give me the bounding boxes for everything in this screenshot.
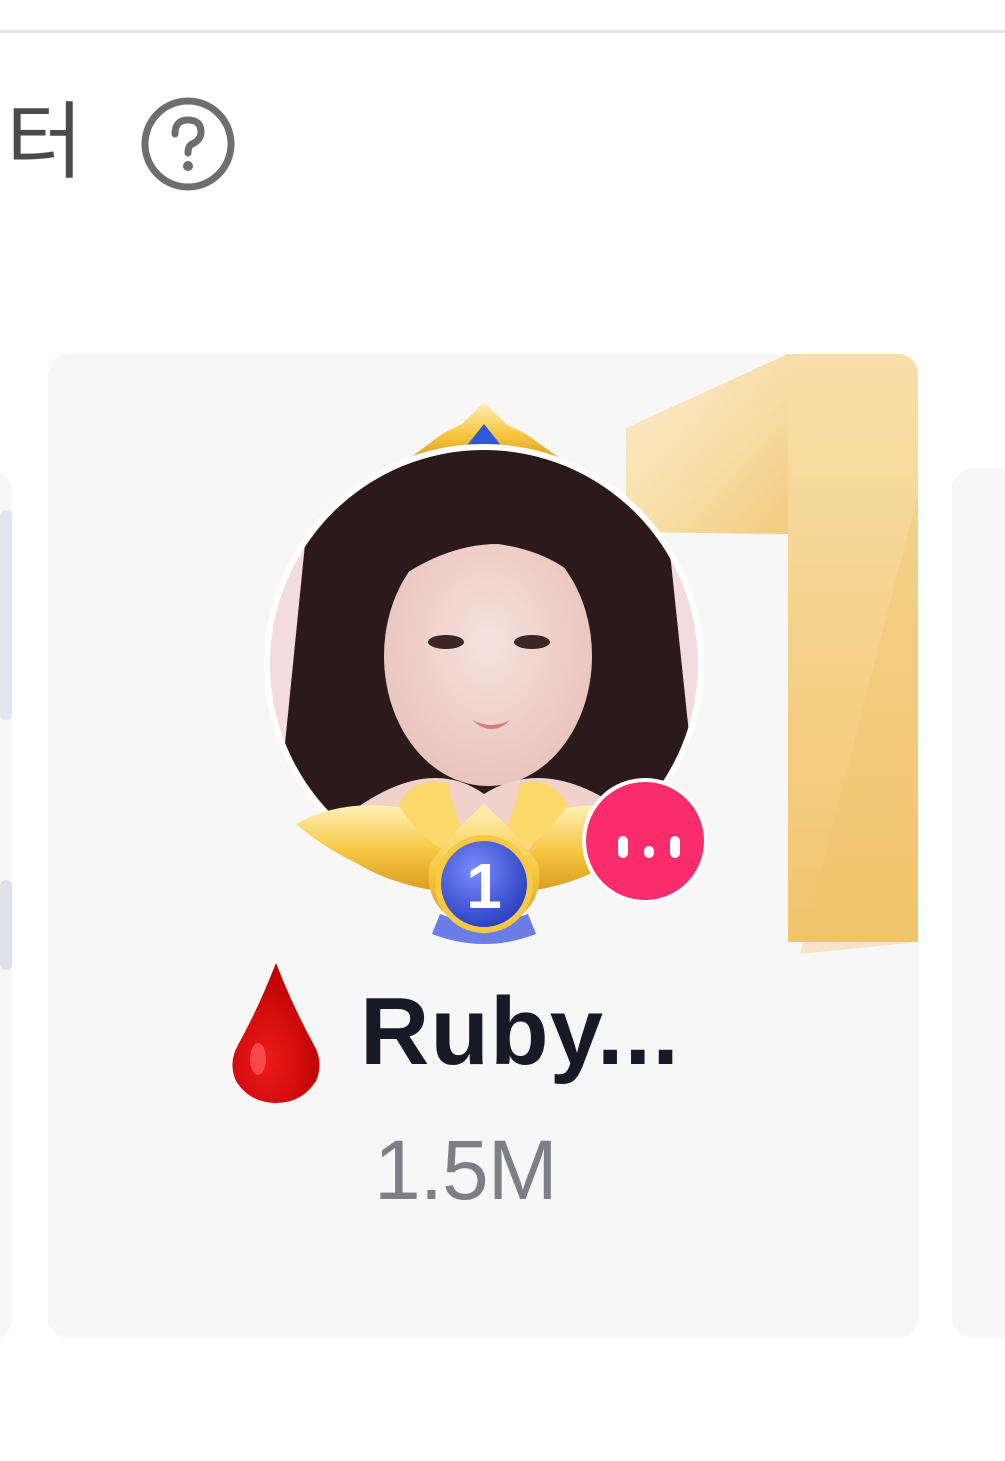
user-score: 1.5M <box>374 1123 558 1217</box>
live-bar-1 <box>618 836 628 858</box>
top-divider <box>0 30 1005 33</box>
user-name: Ruby... <box>360 978 680 1085</box>
top-user-card[interactable]: 1 Ruby... 1.5M <box>48 354 918 1338</box>
rank-number: 1 <box>466 850 502 922</box>
ranking-screen: 터 1 Ruby... 1.5M <box>0 0 1005 1461</box>
question-circle-icon[interactable] <box>140 96 236 192</box>
live-bar-3 <box>670 836 680 858</box>
user-name-row[interactable]: Ruby... <box>228 952 680 1112</box>
next-rank-card[interactable] <box>952 468 1005 1338</box>
previous-card-avatar-edge <box>0 510 12 720</box>
drop-icon <box>232 963 320 1103</box>
previous-rank-card[interactable] <box>0 470 12 1340</box>
previous-card-badge-edge <box>0 880 12 970</box>
live-bar-2 <box>644 846 654 858</box>
section-title: 터 <box>6 93 83 191</box>
live-indicator[interactable] <box>582 778 708 904</box>
